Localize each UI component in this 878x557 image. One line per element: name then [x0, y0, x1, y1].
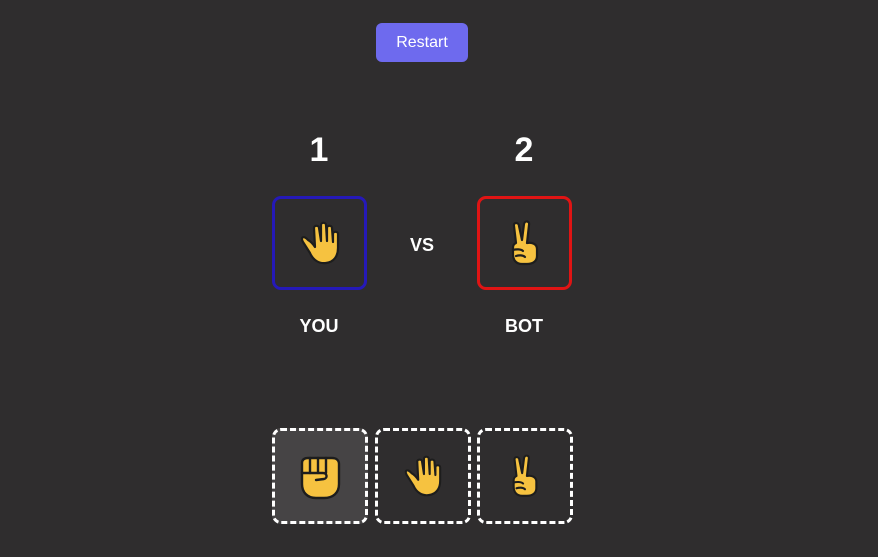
bot-label: BOT	[505, 316, 543, 336]
rock-fist-icon	[300, 456, 341, 500]
scissors-hand-icon	[512, 454, 538, 497]
versus-label: VS	[409, 235, 434, 255]
paper-hand-icon	[404, 455, 442, 497]
choice-paper-button[interactable]	[375, 428, 471, 524]
paper-hand-icon	[300, 221, 339, 265]
bot-score: 2	[514, 131, 534, 169]
restart-button[interactable]: Restart	[376, 23, 468, 62]
scissors-hand-icon	[511, 220, 538, 266]
bot-played-card	[477, 196, 572, 290]
player-label: YOU	[299, 316, 339, 336]
player-score: 1	[309, 131, 329, 169]
choice-rock-button[interactable]	[272, 428, 368, 524]
player-played-card	[272, 196, 367, 290]
choice-scissors-button[interactable]	[477, 428, 573, 524]
